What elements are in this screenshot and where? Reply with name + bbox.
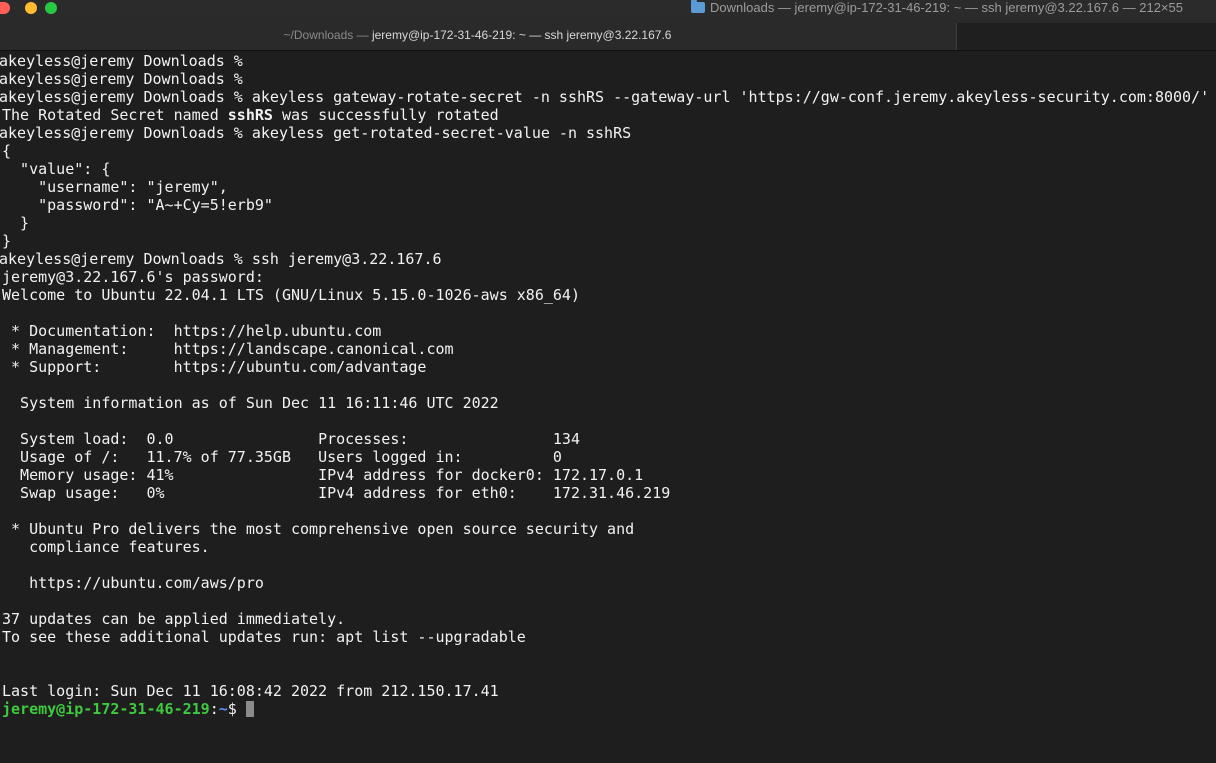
terminal-line: akeyless@jeremy Downloads % akeyless gat… [0, 88, 1210, 106]
terminal-line: { [2, 142, 12, 160]
terminal-line: jeremy@3.22.167.6's password: [2, 268, 264, 286]
terminal-line: } [2, 232, 12, 250]
terminal-window: Downloads — jeremy@ip-172-31-46-219: ~ —… [0, 0, 1216, 763]
prompt-colon: : [209, 700, 219, 718]
terminal-line: compliance features. [2, 538, 210, 556]
minimize-button[interactable] [25, 2, 37, 14]
folder-icon [691, 0, 705, 13]
close-button[interactable] [0, 2, 10, 14]
terminal-line: * Support: https://ubuntu.com/advantage [2, 358, 427, 376]
terminal-line: Usage of /: 11.7% of 77.35GB Users logge… [2, 448, 562, 466]
tab-active[interactable]: ~/Downloads — jeremy@ip-172-31-46-219: ~… [0, 23, 955, 50]
terminal-line: Welcome to Ubuntu 22.04.1 LTS (GNU/Linux… [2, 286, 580, 304]
secret-name: sshRS [227, 106, 273, 124]
terminal-line: * Ubuntu Pro delivers the most comprehen… [2, 520, 635, 538]
terminal-line: "username": "jeremy", [2, 178, 228, 196]
zoom-button[interactable] [45, 2, 57, 14]
window-title-text: Downloads — jeremy@ip-172-31-46-219: ~ —… [710, 0, 1183, 15]
title-bar: Downloads — jeremy@ip-172-31-46-219: ~ —… [0, 0, 1216, 17]
tab-title: jeremy@ip-172-31-46-219: ~ — ssh jeremy@… [371, 28, 672, 42]
terminal-line: akeyless@jeremy Downloads % [0, 52, 243, 70]
terminal-line: System information as of Sun Dec 11 16:1… [2, 394, 499, 412]
terminal-line: 37 updates can be applied immediately. [2, 610, 346, 628]
terminal-line: https://ubuntu.com/aws/pro [2, 574, 264, 592]
terminal-line: The Rotated Secret named sshRS was succe… [2, 106, 499, 124]
terminal-line: akeyless@jeremy Downloads % akeyless get… [0, 124, 632, 142]
tab-empty[interactable] [957, 23, 1216, 50]
terminal-line: Swap usage: 0% IPv4 address for eth0: 17… [2, 484, 671, 502]
terminal-line: Last login: Sun Dec 11 16:08:42 2022 fro… [2, 682, 499, 700]
terminal-output[interactable]: akeyless@jeremy Downloads % akeyless@jer… [0, 51, 1216, 763]
shell-prompt[interactable]: jeremy@ip-172-31-46-219:~$ [2, 700, 1216, 718]
prompt-path: ~ [218, 700, 228, 718]
terminal-line: akeyless@jeremy Downloads % ssh jeremy@3… [0, 250, 442, 268]
terminal-line: * Management: https://landscape.canonica… [2, 340, 454, 358]
terminal-line: To see these additional updates run: apt… [2, 628, 526, 646]
terminal-line: * Documentation: https://help.ubuntu.com [2, 322, 382, 340]
prompt-dollar: $ [227, 700, 246, 718]
window-title: Downloads — jeremy@ip-172-31-46-219: ~ —… [691, 0, 1183, 17]
terminal-line: "value": { [2, 160, 111, 178]
cursor [245, 701, 254, 717]
terminal-line: akeyless@jeremy Downloads % [0, 70, 243, 88]
tab-prefix: ~/Downloads — [283, 28, 372, 42]
prompt-user-host: jeremy@ip-172-31-46-219 [2, 700, 210, 718]
terminal-line: System load: 0.0 Processes: 134 [2, 430, 580, 448]
terminal-line: "password": "A~+Cy=5!erb9" [2, 196, 273, 214]
terminal-line: Memory usage: 41% IPv4 address for docke… [2, 466, 644, 484]
terminal-line: } [2, 214, 30, 232]
